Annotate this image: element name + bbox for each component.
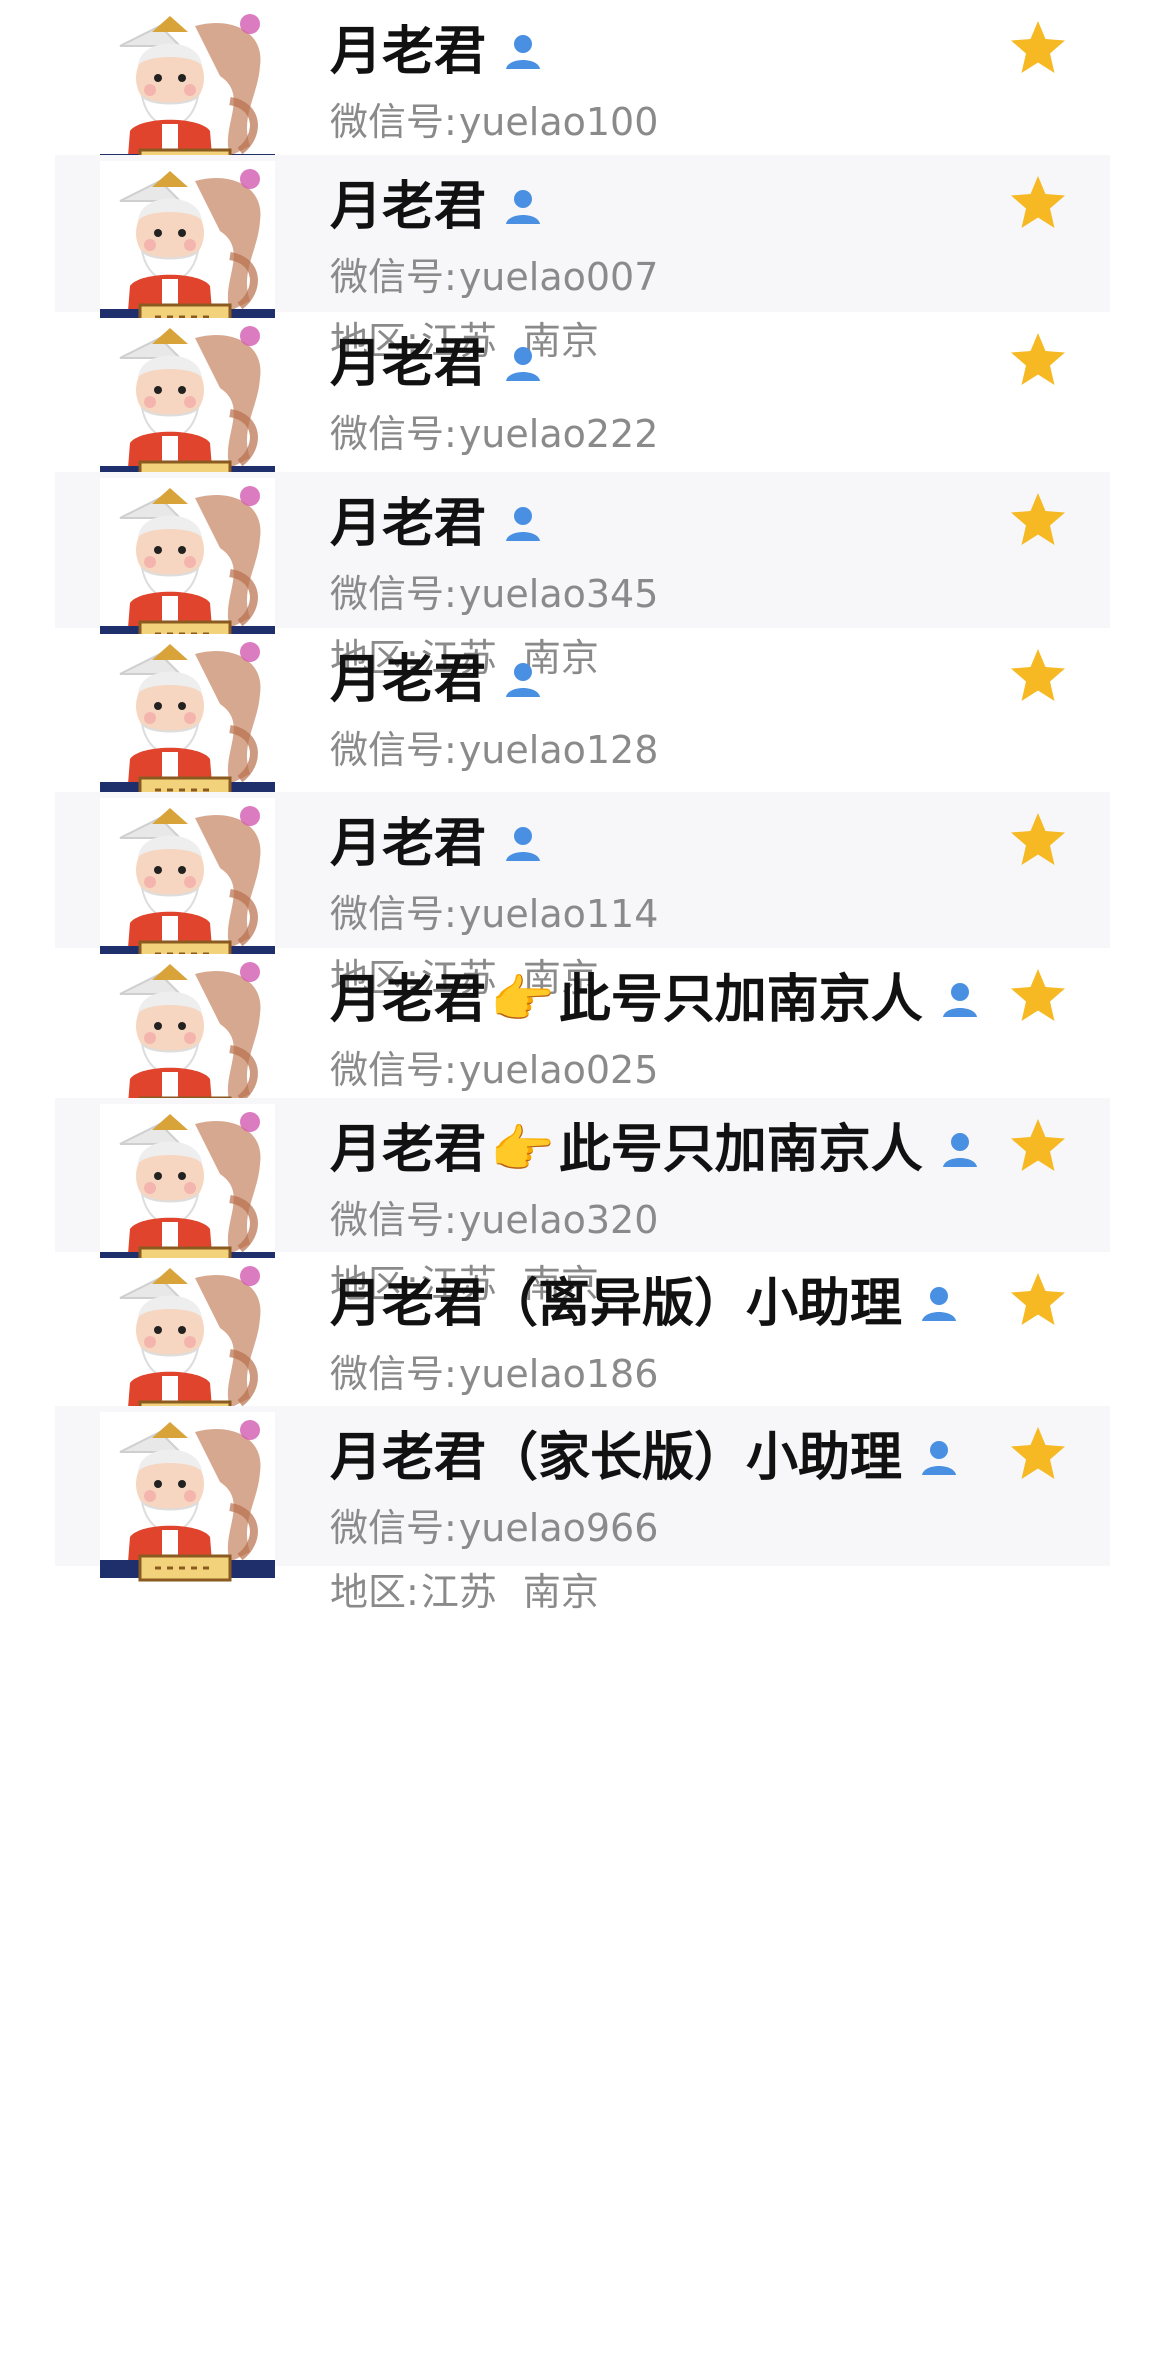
avatar[interactable]: [100, 161, 275, 336]
contact-row[interactable]: 月老君👉此号只加南京人 微信号:yuelao025地区:江苏南京: [0, 948, 1170, 1156]
wechat-id-label: 微信号:: [330, 1506, 457, 1550]
avatar[interactable]: [100, 478, 275, 653]
star-icon[interactable]: [1008, 173, 1068, 233]
contact-name: 月老君: [330, 177, 546, 237]
wechat-id-line: 微信号:yuelao114: [330, 892, 658, 936]
person-icon: [500, 341, 546, 387]
wechat-id-line: 微信号:yuelao100: [330, 100, 658, 144]
wechat-id-value: yuelao345: [458, 572, 659, 616]
pointing-hand-emoji: 👉: [490, 1120, 555, 1180]
wechat-id-line: 微信号:yuelao320: [330, 1198, 658, 1242]
star-icon[interactable]: [1008, 490, 1068, 550]
avatar[interactable]: [100, 318, 275, 493]
wechat-id-label: 微信号:: [330, 1048, 457, 1092]
region-label: 地区:: [330, 1570, 419, 1614]
person-icon: [500, 29, 546, 75]
wechat-id-line: 微信号:yuelao222: [330, 412, 658, 456]
region-line: 地区:江苏南京: [330, 1570, 599, 1614]
contact-name: 月老君（家长版）小助理: [330, 1428, 962, 1488]
wechat-id-label: 微信号:: [330, 892, 457, 936]
star-icon[interactable]: [1008, 1270, 1068, 1330]
wechat-id-value: yuelao100: [458, 100, 659, 144]
contact-row[interactable]: 月老君 微信号:yuelao222地区:江苏南京: [0, 312, 1170, 520]
contact-name-text: 月老君: [330, 22, 487, 82]
person-icon: [500, 657, 546, 703]
star-icon[interactable]: [1008, 646, 1068, 706]
wechat-id-line: 微信号:yuelao025: [330, 1048, 658, 1092]
star-icon[interactable]: [1008, 966, 1068, 1026]
star-icon[interactable]: [1008, 1116, 1068, 1176]
contact-list: 月老君 微信号:yuelao100地区:江苏南京 月老君 微信号:yuelao0…: [0, 0, 1170, 2361]
wechat-id-line: 微信号:yuelao345: [330, 572, 658, 616]
contact-name-suffix: 此号只加南京人: [558, 1120, 923, 1180]
wechat-id-label: 微信号:: [330, 728, 457, 772]
contact-name-text: 月老君（离异版）小助理: [330, 1274, 903, 1334]
person-icon: [937, 1127, 983, 1173]
region-city: 南京: [522, 1570, 599, 1614]
contact-name: 月老君: [330, 650, 546, 710]
person-icon: [500, 184, 546, 230]
contact-name-suffix: 此号只加南京人: [558, 970, 923, 1030]
wechat-id-value: yuelao186: [458, 1352, 659, 1396]
contact-name-text: 月老君: [330, 494, 487, 554]
star-icon[interactable]: [1008, 810, 1068, 870]
wechat-id-label: 微信号:: [330, 255, 457, 299]
avatar[interactable]: [100, 1412, 275, 1587]
wechat-id-value: yuelao025: [458, 1048, 659, 1092]
avatar[interactable]: [100, 634, 275, 809]
wechat-id-value: yuelao128: [458, 728, 659, 772]
person-icon: [500, 821, 546, 867]
wechat-id-label: 微信号:: [330, 572, 457, 616]
contact-row[interactable]: 月老君（家长版）小助理 微信号:yuelao966 地区:江苏 南京: [0, 1406, 1170, 1614]
wechat-id-label: 微信号:: [330, 1198, 457, 1242]
contact-row[interactable]: 月老君 👉 此号只加南京人 微信号:yuelao320 地区:江苏 南京: [0, 1098, 1170, 1306]
contact-name-text: 月老君（家长版）小助理: [330, 1428, 903, 1488]
person-icon: [500, 501, 546, 547]
wechat-id-line: 微信号:yuelao186: [330, 1352, 658, 1396]
contact-name-text: 月老君: [330, 814, 487, 874]
contact-name: 月老君: [330, 334, 546, 394]
contact-row[interactable]: 月老君 微信号:yuelao128地区:江苏南京: [0, 628, 1170, 836]
wechat-id-line: 微信号:yuelao128: [330, 728, 658, 772]
avatar[interactable]: [100, 798, 275, 973]
contact-name: 月老君: [330, 494, 546, 554]
contact-name: 月老君: [330, 22, 546, 82]
star-icon[interactable]: [1008, 1424, 1068, 1484]
contact-row[interactable]: 月老君 微信号:yuelao345 地区:江苏 南京: [0, 472, 1170, 680]
star-icon[interactable]: [1008, 330, 1068, 390]
wechat-id-value: yuelao222: [458, 412, 659, 456]
wechat-id-line: 微信号:yuelao007: [330, 255, 658, 299]
wechat-id-value: yuelao966: [458, 1506, 659, 1550]
contact-name: 月老君 👉 此号只加南京人: [330, 970, 983, 1030]
contact-name-text: 月老君: [330, 334, 487, 394]
wechat-id-label: 微信号:: [330, 1352, 457, 1396]
contact-name: 月老君: [330, 814, 546, 874]
wechat-id-label: 微信号:: [330, 412, 457, 456]
contact-name: 月老君 👉 此号只加南京人: [330, 1120, 983, 1180]
contact-row[interactable]: 月老君 微信号:yuelao100地区:江苏南京: [0, 0, 1170, 208]
wechat-id-value: yuelao114: [458, 892, 659, 936]
contact-row[interactable]: 月老君（离异版）小助理 微信号:yuelao186地区:江苏南京: [0, 1252, 1170, 1460]
wechat-id-value: yuelao007: [458, 255, 659, 299]
person-icon: [916, 1281, 962, 1327]
contact-name-text: 月老君: [330, 1120, 487, 1180]
contact-name-text: 月老君: [330, 650, 487, 710]
contact-name-text: 月老君: [330, 970, 487, 1030]
person-icon: [916, 1435, 962, 1481]
wechat-id-value: yuelao320: [458, 1198, 659, 1242]
contact-row[interactable]: 月老君 微信号:yuelao114 地区:江苏 南京: [0, 792, 1170, 1000]
wechat-id-line: 微信号:yuelao966: [330, 1506, 658, 1550]
contact-name-text: 月老君: [330, 177, 487, 237]
pointing-hand-emoji: 👉: [490, 970, 555, 1030]
person-icon: [937, 977, 983, 1023]
star-icon[interactable]: [1008, 18, 1068, 78]
contact-name: 月老君（离异版）小助理: [330, 1274, 962, 1334]
contact-row[interactable]: 月老君 微信号:yuelao007 地区:江苏 南京: [0, 155, 1170, 363]
wechat-id-label: 微信号:: [330, 100, 457, 144]
region-province: 江苏: [420, 1570, 497, 1614]
